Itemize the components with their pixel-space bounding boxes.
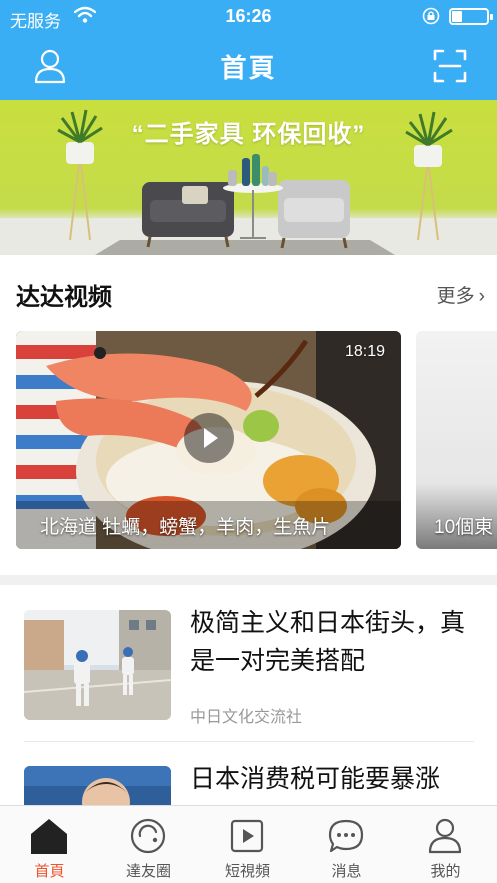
page-title: 首頁 <box>220 53 277 83</box>
tab-messages[interactable]: 消息 <box>297 806 396 883</box>
video-card[interactable]: 10個東 <box>416 331 497 549</box>
tab-home[interactable]: 首頁 <box>0 806 99 883</box>
more-link[interactable]: 更多 › <box>437 281 485 308</box>
video-caption: 10個東 <box>434 517 494 538</box>
article-title[interactable]: 日本消费税可能要暴涨 <box>190 760 480 798</box>
article-divider <box>24 741 474 742</box>
video-duration: 18:19 <box>344 343 385 360</box>
rotation-lock-icon <box>422 7 440 25</box>
banner-title: “二手家具 环保回收” <box>131 121 366 148</box>
tab-label: 首頁 <box>34 863 65 880</box>
scan-icon[interactable] <box>430 46 470 86</box>
video-icon <box>230 819 264 853</box>
tab-circle[interactable]: 達友圈 <box>99 806 198 883</box>
chevron-right-icon: › <box>478 286 485 307</box>
status-bar: 无服务 16:26 <box>0 0 497 34</box>
more-label: 更多 <box>436 286 475 307</box>
message-icon <box>328 819 364 853</box>
promo-banner[interactable]: “二手家具 环保回收” <box>0 100 497 255</box>
article-thumbnail[interactable] <box>24 610 171 720</box>
tab-short-video[interactable]: 短視頻 <box>198 806 297 883</box>
battery-fill <box>452 11 462 22</box>
video-caption: 北海道 牡蠣，螃蟹，羊肉，生魚片 <box>40 517 331 538</box>
battery-icon <box>449 8 493 25</box>
article-image <box>24 610 171 720</box>
article-source: 中日文化交流社 <box>190 709 303 726</box>
article-title[interactable]: 极简主义和日本街头，真是一对完美搭配 <box>190 604 480 680</box>
home-icon <box>31 819 67 854</box>
section-divider <box>0 575 497 585</box>
profile-icon <box>428 818 462 854</box>
video-card[interactable]: 18:19 北海道 牡蠣，螃蟹，羊肉，生魚片 <box>16 331 401 549</box>
tab-label: 消息 <box>331 863 362 880</box>
tab-label: 短視頻 <box>224 863 270 880</box>
section-title-videos: 达达视频 <box>16 284 112 311</box>
tab-bar: 首頁 達友圈 短視頻 消息 我的 <box>0 805 497 883</box>
top-bar: 无服务 16:26 首頁 <box>0 0 497 100</box>
circle-icon <box>130 818 166 854</box>
tab-profile[interactable]: 我的 <box>396 806 495 883</box>
tab-label: 達友圈 <box>125 863 171 880</box>
play-icon[interactable] <box>184 413 234 463</box>
tab-label: 我的 <box>430 863 461 880</box>
